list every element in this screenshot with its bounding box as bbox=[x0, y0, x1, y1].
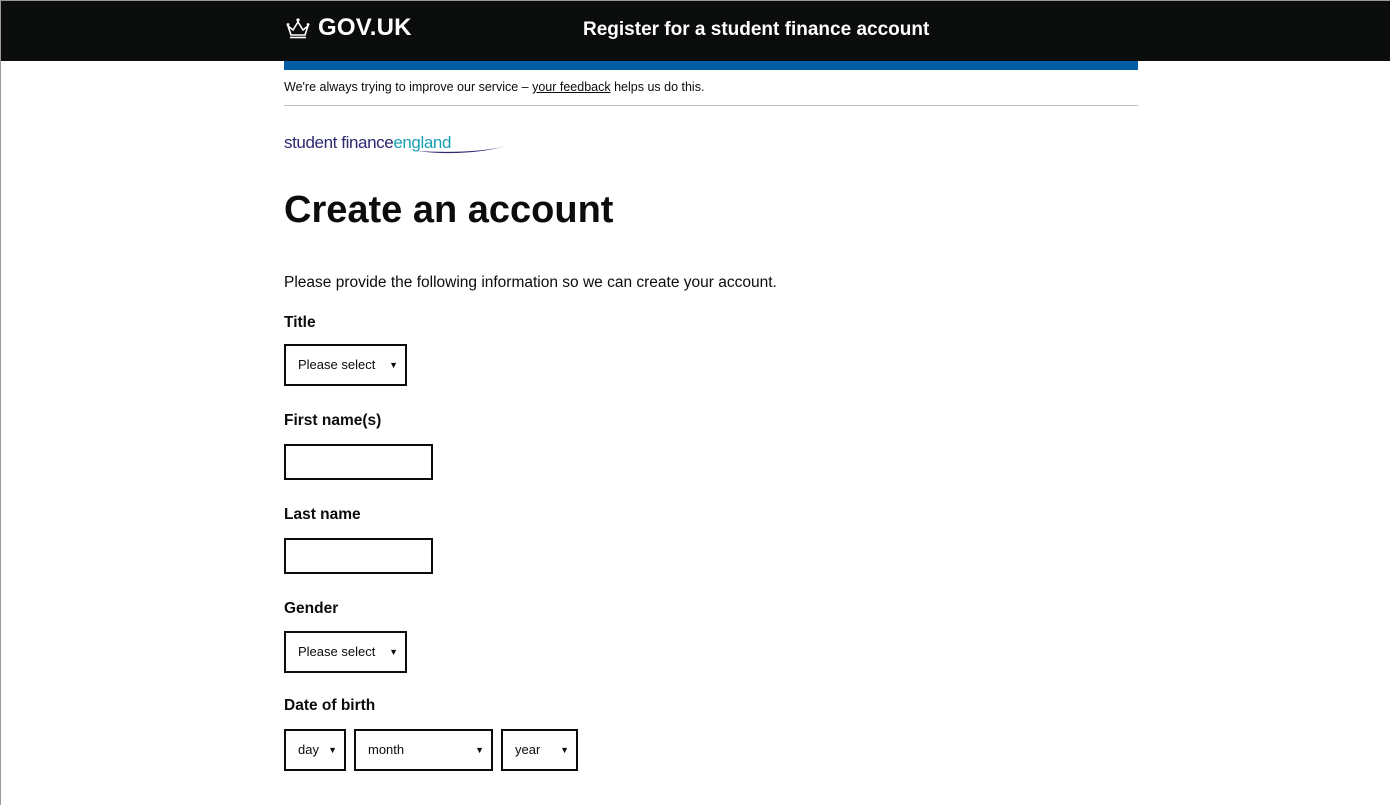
feedback-banner: We're always trying to improve our servi… bbox=[284, 70, 1138, 106]
feedback-suffix: helps us do this. bbox=[610, 80, 705, 94]
first-name-label: First name(s) bbox=[284, 411, 382, 429]
gender-group: Gender Please select ▼ bbox=[284, 600, 1138, 673]
feedback-link[interactable]: your feedback bbox=[532, 80, 611, 94]
gender-select[interactable]: Please select ▼ bbox=[284, 630, 407, 673]
triangle-down-icon: ▼ bbox=[389, 646, 398, 657]
dob-group: Date of birth day ▼ month ▼ year ▼ bbox=[284, 697, 1138, 771]
dob-day-select[interactable]: day ▼ bbox=[284, 728, 346, 771]
form: Title Please select ▼ First name(s) Last… bbox=[284, 314, 1138, 771]
dob-year-select[interactable]: year ▼ bbox=[501, 728, 578, 771]
triangle-down-icon: ▼ bbox=[328, 744, 337, 755]
dob-month-value: month bbox=[368, 742, 405, 758]
crown-icon bbox=[284, 16, 312, 40]
logo-text-primary: student finance bbox=[284, 133, 394, 152]
title-group: Title Please select ▼ bbox=[284, 314, 1138, 386]
triangle-down-icon: ▼ bbox=[475, 744, 484, 755]
intro-text: Please provide the following information… bbox=[284, 273, 777, 291]
feedback-prefix: We're always trying to improve our servi… bbox=[284, 80, 533, 94]
govuk-logo-link[interactable]: GOV.UK bbox=[284, 14, 412, 42]
brand-text: GOV.UK bbox=[318, 14, 412, 41]
title-select-value: Please select bbox=[298, 357, 376, 373]
logo-swoosh-icon bbox=[416, 146, 507, 154]
student-finance-england-logo: student finance england bbox=[284, 123, 1138, 154]
dob-month-select[interactable]: month ▼ bbox=[354, 728, 493, 771]
last-name-input[interactable] bbox=[284, 537, 433, 574]
first-name-input[interactable] bbox=[284, 443, 433, 480]
header-blue-strip bbox=[284, 61, 1138, 70]
title-label: Title bbox=[284, 313, 316, 331]
triangle-down-icon: ▼ bbox=[560, 744, 569, 755]
title-select[interactable]: Please select ▼ bbox=[284, 343, 407, 386]
page-title: Create an account bbox=[284, 189, 614, 231]
dob-label: Date of birth bbox=[284, 696, 376, 714]
first-name-group: First name(s) bbox=[284, 412, 1138, 480]
triangle-down-icon: ▼ bbox=[389, 359, 398, 370]
dob-year-value: year bbox=[515, 742, 541, 758]
service-name[interactable]: Register for a student finance account bbox=[583, 19, 929, 41]
last-name-label: Last name bbox=[284, 505, 361, 523]
last-name-group: Last name bbox=[284, 506, 1138, 574]
govuk-header: GOV.UK Register for a student finance ac… bbox=[1, 1, 1390, 61]
gender-label: Gender bbox=[284, 599, 339, 617]
gender-select-value: Please select bbox=[298, 644, 376, 660]
dob-selects: day ▼ month ▼ year ▼ bbox=[284, 728, 1138, 771]
main-content: We're always trying to improve our servi… bbox=[284, 70, 1138, 771]
dob-day-value: day bbox=[298, 742, 319, 758]
page: GOV.UK Register for a student finance ac… bbox=[0, 0, 1390, 805]
